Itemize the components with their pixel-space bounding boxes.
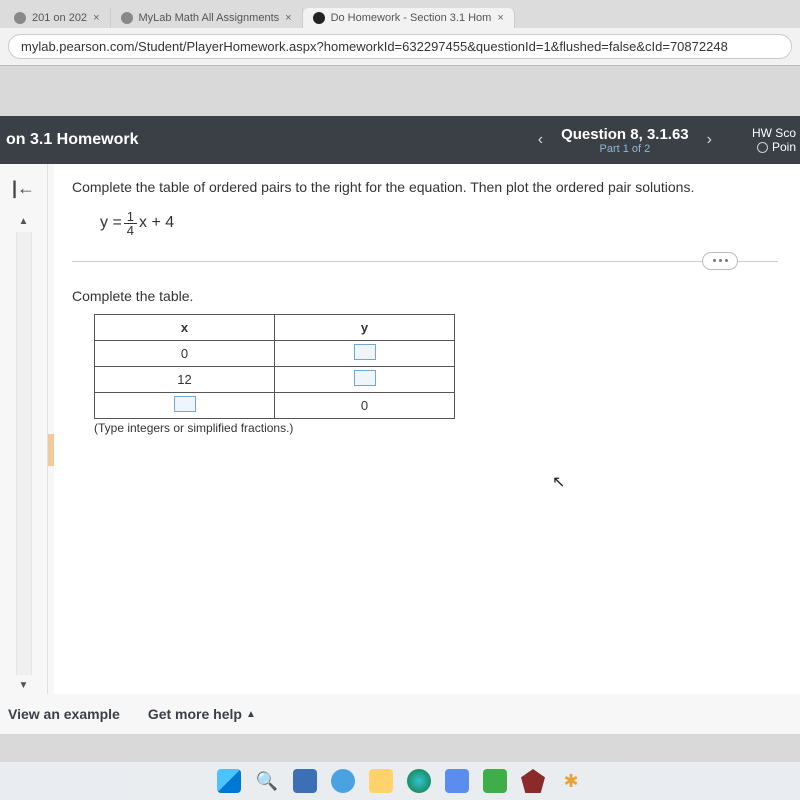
table-header-row: x y — [95, 314, 455, 340]
chat-icon[interactable] — [331, 769, 355, 793]
left-rail: |← ▲ ▼ — [0, 164, 48, 694]
question-part: Part 1 of 2 — [561, 143, 689, 155]
scroll-down-arrow[interactable]: ▼ — [16, 677, 32, 694]
x-cell — [95, 392, 275, 418]
equation-suffix: x + 4 — [139, 214, 174, 232]
question-nav: ‹ Question 8, 3.1.63 Part 1 of 2 › — [538, 126, 712, 155]
y-cell: 0 — [275, 392, 455, 418]
x-cell: 0 — [95, 340, 275, 366]
help-footer: View an example Get more help ▲ — [0, 694, 800, 734]
favicon-icon — [121, 12, 133, 24]
get-more-help-link[interactable]: Get more help ▲ — [148, 706, 256, 722]
ordered-pairs-table: x y 0 12 0 — [94, 314, 455, 419]
app-icon[interactable]: ✱ — [559, 769, 583, 793]
mouse-cursor-icon: ↖ — [552, 472, 565, 492]
close-icon[interactable]: × — [497, 12, 503, 24]
question-content: Complete the table of ordered pairs to t… — [54, 164, 800, 694]
scrollbar-track[interactable] — [16, 232, 32, 675]
address-row: mylab.pearson.com/Student/PlayerHomework… — [0, 28, 800, 65]
table-label: Complete the table. — [72, 288, 778, 304]
tab-label: 201 on 202 — [32, 12, 87, 24]
tab-strip: 201 on 202 × MyLab Math All Assignments … — [0, 0, 800, 28]
windows-taskbar: 🔍 ✱ — [0, 762, 800, 800]
table-row: 0 — [95, 392, 455, 418]
score-block: HW Sco Poin — [752, 126, 800, 154]
close-icon[interactable]: × — [285, 12, 291, 24]
fraction-numerator: 1 — [124, 210, 137, 224]
y-cell — [275, 340, 455, 366]
address-bar[interactable]: mylab.pearson.com/Student/PlayerHomework… — [8, 34, 792, 59]
start-button[interactable] — [217, 769, 241, 793]
col-x-header: x — [95, 314, 275, 340]
get-help-label: Get more help — [148, 706, 242, 722]
work-area: |← ▲ ▼ Complete the table of ordered pai… — [0, 164, 800, 694]
assignment-header: on 3.1 Homework ‹ Question 8, 3.1.63 Par… — [0, 116, 800, 164]
col-y-header: y — [275, 314, 455, 340]
task-view-icon[interactable] — [293, 769, 317, 793]
hw-score-label: HW Sco — [752, 126, 796, 140]
equation-prefix: y = — [100, 214, 122, 232]
fraction-denominator: 4 — [124, 224, 137, 237]
assignment-title: on 3.1 Homework — [0, 131, 138, 149]
points-radio-icon — [757, 142, 768, 153]
edge-browser-icon[interactable] — [407, 769, 431, 793]
app-icon[interactable] — [483, 769, 507, 793]
answer-input[interactable] — [354, 344, 376, 360]
store-icon[interactable] — [445, 769, 469, 793]
question-number: Question 8, 3.1.63 — [561, 126, 689, 143]
app-icon[interactable] — [521, 769, 545, 793]
collapse-button[interactable]: |← — [12, 164, 35, 213]
divider — [72, 261, 778, 262]
browser-tab[interactable]: 201 on 202 × — [4, 8, 111, 28]
table-row: 0 — [95, 340, 455, 366]
answer-input[interactable] — [174, 396, 196, 412]
favicon-icon — [14, 12, 26, 24]
answer-input[interactable] — [354, 370, 376, 386]
instruction-text: Complete the table of ordered pairs to t… — [72, 178, 778, 198]
scroll-up-arrow[interactable]: ▲ — [16, 213, 32, 230]
browser-tab-active[interactable]: Do Homework - Section 3.1 Hom × — [303, 8, 515, 28]
view-example-link[interactable]: View an example — [8, 706, 120, 722]
input-hint: (Type integers or simplified fractions.) — [94, 421, 778, 435]
more-options-button[interactable] — [702, 252, 738, 270]
y-cell — [275, 366, 455, 392]
file-explorer-icon[interactable] — [369, 769, 393, 793]
equation: y = 1 4 x + 4 — [100, 210, 778, 237]
tab-label: Do Homework - Section 3.1 Hom — [331, 12, 492, 24]
question-indicator: Question 8, 3.1.63 Part 1 of 2 — [561, 126, 689, 155]
caret-up-icon: ▲ — [246, 709, 256, 720]
browser-chrome: 201 on 202 × MyLab Math All Assignments … — [0, 0, 800, 66]
tab-label: MyLab Math All Assignments — [139, 12, 280, 24]
prev-question-button[interactable]: ‹ — [538, 131, 543, 149]
search-icon[interactable]: 🔍 — [255, 769, 279, 793]
table-row: 12 — [95, 366, 455, 392]
x-cell: 12 — [95, 366, 275, 392]
points-label: Poin — [772, 140, 796, 154]
close-icon[interactable]: × — [93, 12, 99, 24]
browser-tab[interactable]: MyLab Math All Assignments × — [111, 8, 303, 28]
fraction: 1 4 — [124, 210, 137, 237]
favicon-icon — [313, 12, 325, 24]
next-question-button[interactable]: › — [707, 131, 712, 149]
